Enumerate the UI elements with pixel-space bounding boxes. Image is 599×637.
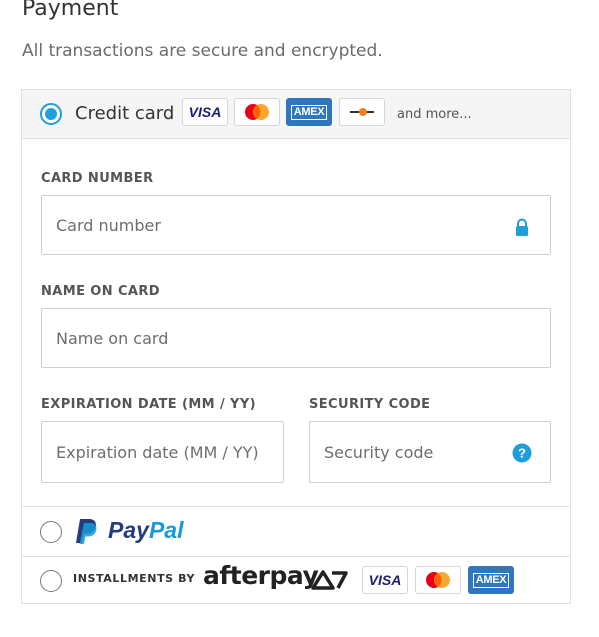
mastercard-logo [234, 98, 280, 126]
credit-card-label: Credit card [75, 103, 175, 124]
svg-text:?: ? [518, 446, 526, 461]
mastercard-icon [245, 104, 269, 120]
card-number-field-box [41, 195, 551, 255]
afterpay-radio[interactable] [40, 570, 62, 592]
page-title: Payment [22, 0, 119, 21]
name-on-card-input[interactable] [42, 309, 550, 367]
payment-methods-panel: Credit card VISA AMEX and more... CARD N… [21, 89, 571, 604]
afterpay-wordmark: afterpay [203, 561, 319, 590]
paypal-option[interactable]: PayPal [22, 506, 570, 556]
security-code-label: SECURITY CODE [309, 397, 431, 412]
paypal-wordmark-pal: Pal [148, 517, 184, 543]
visa-logo: VISA [182, 98, 228, 126]
paypal-p-icon [76, 519, 97, 544]
afterpay-mastercard-icon [426, 572, 450, 588]
afterpay-option[interactable]: INSTALLMENTS BY afterpay VISA AMEX [22, 556, 570, 604]
security-code-field-box: ? [309, 421, 551, 483]
more-cards-text: and more... [397, 107, 472, 122]
paypal-wordmark: PayPal [108, 517, 183, 544]
lock-icon [516, 218, 528, 236]
expiration-date-label: EXPIRATION DATE (MM / YY) [41, 397, 256, 412]
expiration-date-input[interactable] [42, 422, 283, 482]
credit-card-radio[interactable] [40, 103, 62, 125]
afterpay-visa-logo: VISA [362, 566, 408, 594]
security-note: All transactions are secure and encrypte… [22, 41, 383, 61]
name-on-card-label: NAME ON CARD [41, 284, 160, 299]
afterpay-arrows-icon [311, 570, 348, 590]
visa-logo-text: VISA [188, 104, 222, 120]
afterpay-amex-logo: AMEX [468, 566, 514, 594]
discover-logo [339, 98, 385, 126]
expiration-date-field-box [41, 421, 284, 483]
amex-logo-text: AMEX [290, 104, 328, 120]
name-on-card-field-box [41, 308, 551, 368]
card-number-label: CARD NUMBER [41, 171, 154, 186]
afterpay-amex-logo-text: AMEX [472, 572, 510, 588]
credit-card-option[interactable]: Credit card VISA AMEX and more... [22, 90, 570, 139]
discover-icon [350, 108, 374, 116]
paypal-wordmark-pay: Pay [108, 517, 149, 543]
installments-by-text: INSTALLMENTS BY [73, 572, 196, 585]
paypal-radio[interactable] [40, 521, 62, 543]
card-number-input[interactable] [42, 196, 550, 254]
afterpay-visa-logo-text: VISA [368, 572, 402, 588]
amex-logo: AMEX [286, 98, 332, 126]
help-icon[interactable]: ? [512, 443, 532, 463]
afterpay-mastercard-logo [415, 566, 461, 594]
